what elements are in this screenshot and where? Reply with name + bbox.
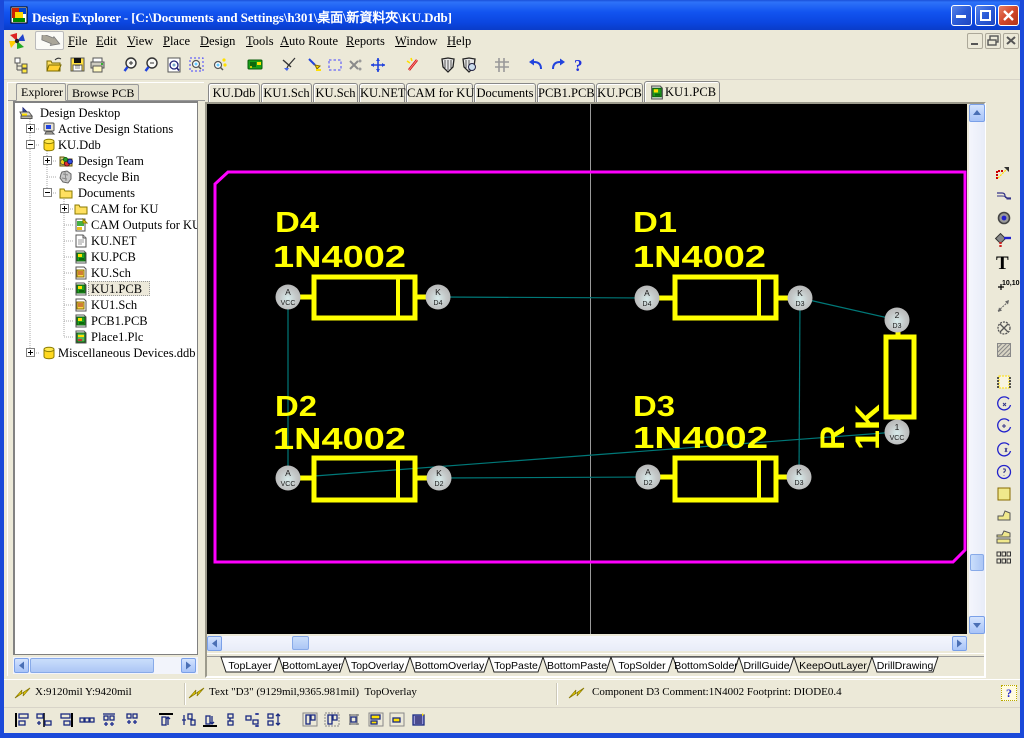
svg-text:?: ? [574, 56, 583, 75]
svg-text:D3: D3 [893, 323, 902, 330]
svg-text:1: 1 [895, 422, 900, 432]
svg-text:D1: D1 [633, 207, 677, 239]
svg-text:1K: 1K [849, 404, 887, 450]
svg-text:D3: D3 [796, 301, 805, 308]
svg-text:1N4002: 1N4002 [273, 421, 406, 456]
svg-text:VCC: VCC [281, 300, 296, 307]
svg-text:D2: D2 [644, 480, 653, 487]
svg-text:T: T [996, 253, 1009, 274]
svg-text:TopLayer: TopLayer [228, 660, 272, 672]
svg-text:D3: D3 [633, 391, 675, 423]
svg-text:2: 2 [895, 310, 900, 320]
svg-text:D2: D2 [275, 391, 317, 423]
svg-text:BottomSolder: BottomSolder [674, 660, 738, 672]
svg-text:TopSolder: TopSolder [618, 660, 666, 672]
svg-text:TopOverlay: TopOverlay [351, 660, 405, 672]
svg-text:D3: D3 [795, 480, 804, 487]
svg-text:K: K [435, 287, 441, 297]
svg-text:TopPaste: TopPaste [494, 660, 538, 672]
svg-text:K: K [796, 467, 802, 477]
svg-text:A: A [285, 468, 291, 478]
svg-text:1N4002: 1N4002 [633, 420, 768, 455]
svg-text:1N4002: 1N4002 [273, 239, 406, 274]
svg-text:A: A [285, 287, 291, 297]
svg-text:KeepOutLayer: KeepOutLayer [799, 660, 867, 672]
svg-text:BottomLayer: BottomLayer [282, 660, 342, 672]
svg-text:A: A [645, 467, 651, 477]
svg-text:1N4002: 1N4002 [633, 239, 766, 274]
svg-text:K: K [436, 468, 442, 478]
svg-text:VCC: VCC [890, 435, 905, 442]
svg-text:DrillGuide: DrillGuide [743, 660, 789, 672]
svg-text:A: A [644, 288, 650, 298]
svg-text:10,10: 10,10 [1002, 280, 1020, 287]
svg-text:R: R [814, 425, 852, 450]
svg-text:D2: D2 [435, 481, 444, 488]
svg-text:D4: D4 [434, 300, 443, 307]
svg-text:K: K [797, 288, 803, 298]
svg-text:D4: D4 [643, 301, 652, 308]
svg-text:DrillDrawing: DrillDrawing [877, 660, 934, 672]
svg-text:BottomPaste: BottomPaste [547, 660, 607, 672]
svg-text:VCC: VCC [281, 481, 296, 488]
svg-text:D4: D4 [275, 207, 319, 239]
svg-text:BottomOverlay: BottomOverlay [415, 660, 485, 672]
